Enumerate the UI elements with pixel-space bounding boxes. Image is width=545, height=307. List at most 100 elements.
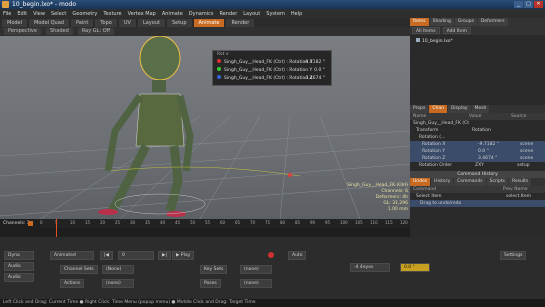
timeline-tick: 60 [220,220,226,225]
menu-render[interactable]: Render [219,11,237,17]
tab-model[interactable]: Model [2,19,28,27]
tab-items[interactable]: Items [410,18,429,26]
popup-row-rot-z[interactable]: Singh_Guy__Head_FK (Ctrl) : Rotation Z 3.… [213,75,331,83]
close-button[interactable]: ✕ [534,1,543,8]
tab-setup[interactable]: Setup [166,19,192,27]
angle-field[interactable]: -4 4eyes [350,263,390,272]
tab-commands[interactable]: Commands [454,178,486,186]
head [139,36,181,81]
tab-groups[interactable]: Groups [454,18,477,26]
menu-animate[interactable]: Animate [162,11,183,17]
col-command: Command [413,187,437,192]
menu-select[interactable]: Select [51,11,66,17]
list-item[interactable]: Select Item select.Item [410,193,545,200]
tab-results[interactable]: Results [509,178,532,186]
tab-animate[interactable]: Animate [193,19,225,27]
table-row[interactable]: Rotation Y 0.0 ° scene [410,148,545,155]
channel-value [469,120,511,127]
settings-button[interactable]: Settings [500,251,527,260]
key-sets-label: Key Sets [200,265,228,274]
dyna-toggle[interactable]: Dyna [4,251,34,260]
add-item-button[interactable]: Add Item [442,27,471,34]
menu-vertex-map[interactable]: Vertex Map [128,11,156,17]
auto-key-button[interactable]: Auto [288,251,307,260]
list-item[interactable]: Drag to undo/redo [410,200,545,207]
tab-display[interactable]: Display [447,105,471,113]
table-row[interactable]: Singh_Guy__Head_FK (Ctrl) [410,120,545,127]
menu-view[interactable]: View [33,11,45,17]
animated-dropdown[interactable]: Animated [50,251,94,260]
tab-scripts[interactable]: Scripts [486,178,509,186]
raygl-button[interactable]: Ray GL: Off [77,28,115,35]
history-header: Command Prev Name [410,186,545,193]
play-button[interactable]: ▶ Play [172,251,195,260]
history-cmd: Select Item [416,194,442,199]
table-row[interactable]: Rotation Z 3.4674 ° scene [410,155,545,162]
minimize-button[interactable]: _ [514,1,523,8]
properties-tabs: Props Chan Display Mesh [410,105,545,113]
menu-geometry[interactable]: Geometry [72,11,97,17]
tab-paint[interactable]: Paint [70,19,94,27]
poses-dropdown[interactable]: (none) [240,279,272,288]
current-time-marker[interactable] [56,219,57,237]
title-bar: 10_begin.lxo* - modo [0,0,545,9]
filter-dropdown[interactable]: All Items [412,27,440,34]
scene-icon [416,38,420,42]
popup-row-rot-y[interactable]: Singh_Guy__Head_FK (Ctrl) : Rotation Y 0.… [213,67,331,75]
tab-render[interactable]: Render [226,19,255,27]
channel-source: setup [517,163,530,168]
shaded-button[interactable]: Shaded [45,28,73,35]
tab-model-quad[interactable]: Model Quad [29,19,69,27]
tab-shading[interactable]: Shading [429,18,454,26]
audio-toggle[interactable]: Audio [4,262,34,271]
go-start-button[interactable]: |◀ [100,251,113,260]
tab-uv[interactable]: UV [118,19,136,27]
channel-name: Rotation Order [419,163,453,168]
channels-header: Name Value Source [410,113,545,120]
blue-dot-icon [217,75,221,79]
tab-undos[interactable]: Undos [410,178,431,186]
menu-texture[interactable]: Texture [103,11,121,17]
rotation-field[interactable]: 0.0 ° [400,263,430,272]
items-list: 10_begin.lxo* [410,35,545,105]
menu-layout[interactable]: Layout [243,11,260,17]
menu-edit[interactable]: Edit [17,11,27,17]
actions-dropdown[interactable]: (none) [102,279,134,288]
menu-help[interactable]: Help [291,11,302,17]
menu-system[interactable]: System [266,11,285,17]
tab-mesh[interactable]: Mesh [471,105,490,113]
timeline-tick: 85 [295,220,301,225]
key-sets-dropdown[interactable]: (none) [240,265,272,274]
menu-dynamics[interactable]: Dynamics [189,11,214,17]
table-row[interactable]: Transform Rotation [410,127,545,134]
tab-layout[interactable]: Layout [137,19,165,27]
tab-topo[interactable]: Topo [95,19,117,27]
channel-sets-dropdown[interactable]: (None) [102,265,134,274]
time-ruler[interactable]: 0510152025303540455055606570758085909510… [40,219,410,228]
tab-history[interactable]: History [431,178,454,186]
audio-button[interactable]: Audio [4,273,34,282]
table-row[interactable]: Rotation Order ZXY setup [410,162,545,169]
maximize-button[interactable]: ▢ [524,1,533,8]
menu-file[interactable]: File [3,11,11,17]
table-row[interactable]: Rotation (... [410,134,545,141]
timeline-tick: 45 [175,220,181,225]
timeline-tick: 20 [100,220,106,225]
perspective-button[interactable]: Perspective [4,28,41,35]
channel-popup[interactable]: Rot x Singh_Guy__Head_FK (Ctrl) : Rotati… [212,50,332,86]
tab-deformers[interactable]: Deformers [477,18,508,26]
next-button[interactable]: ▶| [158,251,171,260]
channel-value: -9.7182 ° [478,142,500,147]
tab-chan[interactable]: Chan [429,105,447,113]
scene-item[interactable]: 10_begin.lxo* [416,38,453,44]
frame-field[interactable]: 0 [118,251,154,260]
popup-row-rot-x[interactable]: Singh_Guy__Head_FK (Ctrl) : Rotation X -9… [213,59,331,67]
timeline-tick: 40 [160,220,166,225]
channel-value: ZXY [475,163,484,168]
record-icon[interactable] [268,252,274,258]
channel-name: Rotation Z [422,156,446,161]
history-list: Command Prev Name Select Item select.Item… [410,186,545,238]
table-row[interactable]: Rotation X -9.7182 ° scene [410,141,545,148]
channel-value [475,134,517,141]
tab-props[interactable]: Props [410,105,429,113]
